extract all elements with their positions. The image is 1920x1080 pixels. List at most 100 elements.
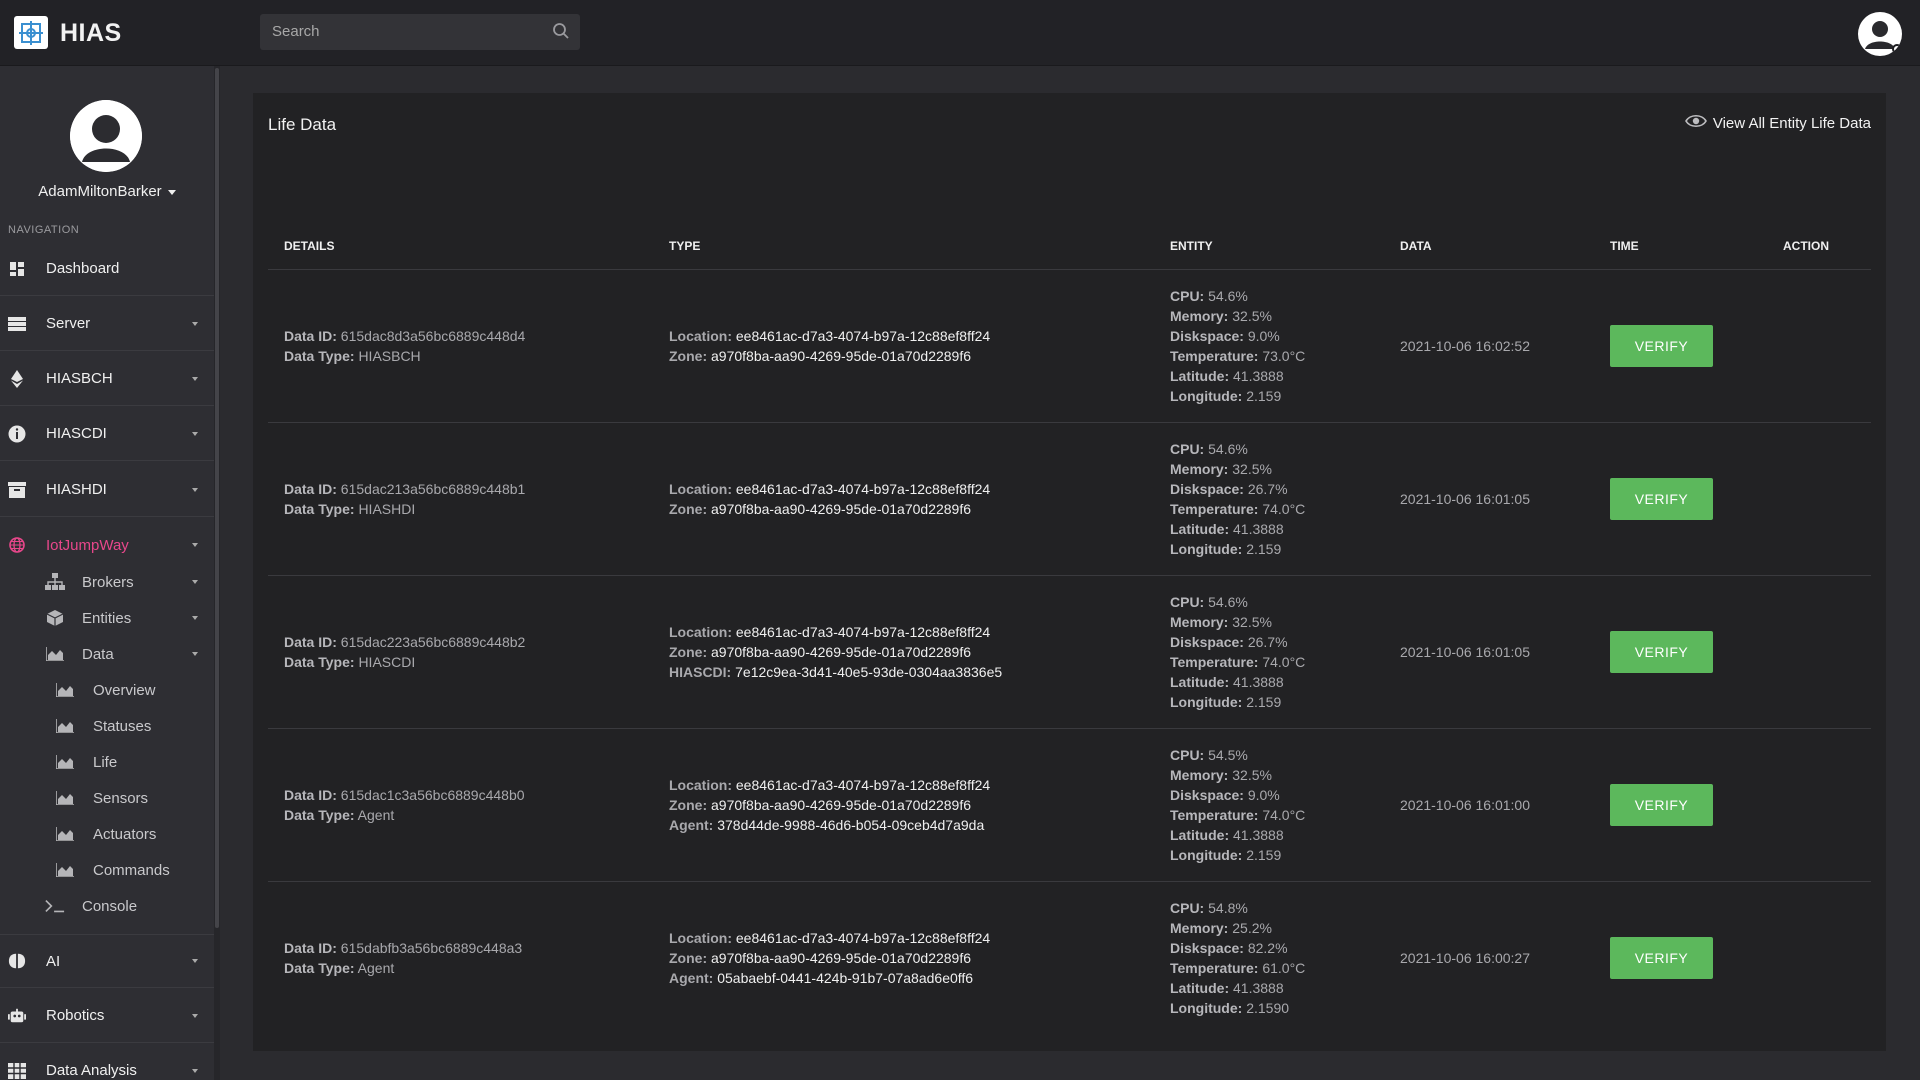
temperature-label: Temperature: <box>1170 500 1259 517</box>
action-cell <box>1767 269 1871 423</box>
chevron-down-icon <box>192 1013 198 1018</box>
location-label: Location: <box>669 327 732 344</box>
zone-label: Zone: <box>669 347 708 364</box>
verify-button[interactable]: VERIFY <box>1610 936 1713 979</box>
verify-button[interactable]: VERIFY <box>1610 477 1713 520</box>
latitude-value: 41.3888 <box>1233 979 1284 996</box>
user-avatar-top[interactable] <box>1858 12 1902 56</box>
network-icon <box>45 573 65 591</box>
profile-avatar[interactable] <box>70 100 142 172</box>
cpu-label: CPU: <box>1170 746 1205 763</box>
entity-cell: CPU: 54.6% Memory: 32.5% Diskspace: 26.7… <box>1154 422 1384 576</box>
sidebar-subitem-brokers[interactable]: Brokers <box>0 564 214 600</box>
sidebar-item-server[interactable]: Server <box>0 297 214 351</box>
latitude-label: Latitude: <box>1170 826 1230 843</box>
timestamp: 2021-10-06 16:01:00 <box>1400 796 1530 813</box>
latitude-value: 41.3888 <box>1233 367 1284 384</box>
cpu-value: 54.6% <box>1208 593 1248 610</box>
details-cell: Data ID: 615dac1c3a56bc6889c448b0 Data T… <box>268 728 653 882</box>
data-id-value: 615dac8d3a56bc6889c448d4 <box>340 327 526 344</box>
search-icon[interactable] <box>552 22 570 45</box>
chevron-down-icon <box>192 487 198 492</box>
details-cell: Data ID: 615dac213a56bc6889c448b1 Data T… <box>268 422 653 576</box>
agent-label: Agent: <box>669 969 714 986</box>
sidebar-item-dashboard[interactable]: Dashboard <box>0 242 214 296</box>
entity-cell: CPU: 54.6% Memory: 32.5% Diskspace: 9.0%… <box>1154 269 1384 423</box>
verify-button[interactable]: VERIFY <box>1610 324 1713 367</box>
sidebar-item-label: Server <box>46 315 91 332</box>
memory-label: Memory: <box>1170 460 1229 477</box>
view-all-link[interactable]: View All Entity Life Data <box>1684 114 1871 132</box>
sidebar-subitem-actuators[interactable]: Actuators <box>0 816 214 852</box>
data-id-value: 615dac1c3a56bc6889c448b0 <box>340 786 525 803</box>
memory-label: Memory: <box>1170 307 1229 324</box>
longitude-value: 2.1590 <box>1246 999 1290 1016</box>
details-cell: Data ID: 615dac8d3a56bc6889c448d4 Data T… <box>268 269 653 423</box>
nav-heading: NAVIGATION <box>8 224 80 236</box>
sidebar-subitem-sensors[interactable]: Sensors <box>0 780 214 816</box>
verify-button[interactable]: VERIFY <box>1610 630 1713 673</box>
verify-button[interactable]: VERIFY <box>1610 783 1713 826</box>
sidebar-item-hiashdi[interactable]: HIASHDI <box>0 463 214 517</box>
temperature-value: 74.0°C <box>1262 806 1306 823</box>
location-value: ee8461ac-d7a3-4074-b97a-12c88ef8ff24 <box>735 480 991 497</box>
sidebar-item-label: Dashboard <box>46 260 120 277</box>
data-type-value: Agent <box>357 959 395 976</box>
data-id-value: 615dabfb3a56bc6889c448a3 <box>340 939 523 956</box>
hias-logo-icon[interactable] <box>14 16 48 49</box>
cpu-label: CPU: <box>1170 899 1205 916</box>
sidebar-item-label: AI <box>46 952 61 970</box>
sidebar-item-label: HIASCDI <box>46 425 107 442</box>
zone-label: Zone: <box>669 949 708 966</box>
sidebar-subitem-life[interactable]: Life <box>0 744 214 780</box>
sidebar-subitem-label: Console <box>82 897 138 915</box>
data-type-value: Agent <box>357 806 395 823</box>
area-chart-icon <box>55 681 75 699</box>
chevron-down-icon <box>192 580 198 584</box>
cpu-value: 54.8% <box>1208 899 1248 916</box>
sidebar-subitem-statuses[interactable]: Statuses <box>0 708 214 744</box>
sidebar-item-hiascdi[interactable]: HIASCDI <box>0 407 214 461</box>
area-chart-icon <box>55 717 75 735</box>
sidebar-item-data-analysis[interactable]: Data Analysis <box>0 1044 214 1080</box>
app-title[interactable]: HIAS <box>60 19 122 48</box>
hiascdi-label: HIASCDI: <box>669 663 732 680</box>
sidebar-scrollbar[interactable] <box>214 66 220 1080</box>
chevron-down-icon <box>192 1068 198 1073</box>
sidebar-subitem-entities[interactable]: Entities <box>0 600 214 636</box>
dashboard-icon <box>8 260 26 278</box>
sidebar-item-hiasbch[interactable]: HIASBCH <box>0 352 214 406</box>
info-circle-icon <box>8 425 26 443</box>
zone-value: a970f8ba-aa90-4269-95de-01a70d2289f6 <box>711 643 972 660</box>
temperature-label: Temperature: <box>1170 806 1259 823</box>
sidebar-item-ai[interactable]: AI <box>0 934 214 988</box>
sidebar-item-robotics[interactable]: Robotics <box>0 989 214 1043</box>
sidebar-subitem-commands[interactable]: Commands <box>0 852 214 888</box>
diskspace-value: 26.7% <box>1247 480 1288 497</box>
column-header-data: DATA <box>1384 223 1594 270</box>
top-bar: HIAS <box>0 0 1920 66</box>
robot-icon <box>8 1007 26 1025</box>
sidebar-scroll-thumb[interactable] <box>215 68 219 928</box>
action-cell <box>1767 422 1871 576</box>
data-id-label: Data ID: <box>284 786 337 803</box>
latitude-label: Latitude: <box>1170 979 1230 996</box>
details-cell: Data ID: 615dac223a56bc6889c448b2 Data T… <box>268 575 653 729</box>
type-cell: Location: ee8461ac-d7a3-4074-b97a-12c88e… <box>653 269 1154 423</box>
terminal-icon <box>45 897 65 915</box>
zone-value: a970f8ba-aa90-4269-95de-01a70d2289f6 <box>711 500 972 517</box>
data-id-label: Data ID: <box>284 327 337 344</box>
memory-value: 32.5% <box>1232 613 1272 630</box>
type-cell: Location: ee8461ac-d7a3-4074-b97a-12c88e… <box>653 728 1154 882</box>
sidebar-subitem-overview[interactable]: Overview <box>0 672 214 708</box>
sidebar-subitem-console[interactable]: Console <box>0 888 214 924</box>
sidebar-item-label: HIASBCH <box>46 370 113 387</box>
search-input[interactable] <box>272 23 542 40</box>
profile-name-dropdown[interactable]: AdamMiltonBarker <box>0 183 214 200</box>
sidebar-subitem-data[interactable]: Data <box>0 636 214 672</box>
sidebar-subitem-label: Data <box>82 645 114 663</box>
column-header-details: DETAILS <box>268 223 653 270</box>
latitude-label: Latitude: <box>1170 520 1230 537</box>
area-chart-icon <box>55 753 75 771</box>
location-value: ee8461ac-d7a3-4074-b97a-12c88ef8ff24 <box>735 327 991 344</box>
